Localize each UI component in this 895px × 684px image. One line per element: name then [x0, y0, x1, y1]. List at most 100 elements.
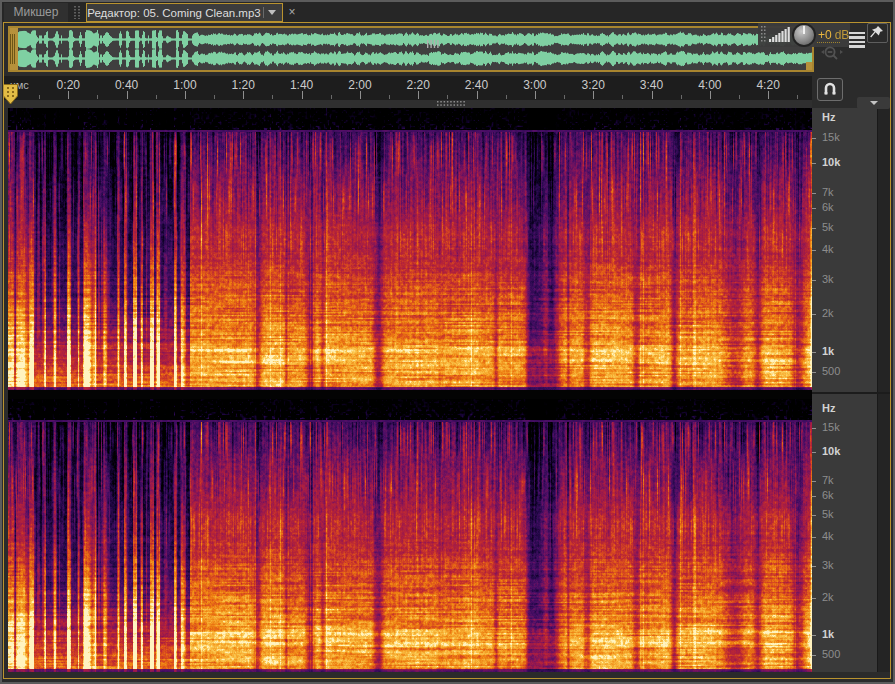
time-label: 2:20 [407, 78, 430, 92]
freq-tick [812, 352, 816, 353]
freq-tick [812, 138, 816, 139]
ruler-tick [739, 95, 740, 99]
freq-tick [812, 280, 816, 281]
overview-waveform-canvas[interactable] [10, 28, 812, 70]
zoom-out-icon[interactable] [818, 45, 846, 61]
ruler-tick [214, 95, 215, 99]
ruler-tick [389, 95, 390, 99]
ruler-tick [477, 91, 478, 99]
volume-bars-icon [769, 26, 793, 42]
scrollbar-menu-button[interactable] [857, 97, 890, 109]
freq-label: 1k [822, 628, 834, 640]
freq-label: 3k [822, 559, 834, 571]
freq-label: 15k [822, 421, 840, 433]
freq-tick [812, 372, 816, 373]
time-label: 3:00 [523, 78, 546, 92]
time-label: 1:20 [232, 78, 255, 92]
tab-editor[interactable]: Редактор: 05. Coming Clean.mp3 [86, 3, 283, 22]
overview-left-handle[interactable] [8, 26, 18, 72]
channel-divider [8, 390, 812, 399]
freq-unit-label: Hz [822, 402, 835, 414]
freq-tick [812, 496, 816, 497]
time-label: 2:40 [465, 78, 488, 92]
ruler-tick [447, 95, 448, 99]
overview-grip-icon [427, 40, 441, 48]
freq-tick [812, 163, 816, 164]
zoom-bar-grip-icon [437, 101, 467, 107]
magnet-icon [818, 79, 842, 100]
freq-label: 7k [822, 474, 834, 486]
ruler-tick [360, 91, 361, 99]
freq-label: 4k [822, 243, 834, 255]
frequency-scale-divider [812, 392, 891, 394]
tab-close-icon[interactable]: × [285, 3, 299, 22]
freq-label: 4k [822, 530, 834, 542]
freq-label: 3k [822, 273, 834, 285]
freq-label: 5k [822, 508, 834, 520]
freq-label: 10k [822, 156, 840, 168]
playhead-marker[interactable] [3, 84, 19, 105]
tab-dropdown-icon[interactable] [268, 10, 276, 15]
time-label: 1:00 [173, 78, 196, 92]
freq-tick [812, 193, 816, 194]
ruler-tick [243, 91, 244, 99]
time-label: 3:40 [640, 78, 663, 92]
ruler-tick [156, 95, 157, 99]
ruler-tick [593, 91, 594, 99]
freq-tick [812, 208, 816, 209]
freq-tick [812, 515, 816, 516]
gain-underline [817, 42, 840, 43]
gain-knob[interactable] [794, 25, 814, 45]
tab-separator [263, 7, 264, 18]
overview-right-handle[interactable] [806, 62, 814, 72]
freq-label: 5k [822, 221, 834, 233]
ruler-tick [272, 95, 273, 99]
time-label: 0:20 [57, 78, 80, 92]
snap-button[interactable] [817, 78, 843, 101]
freq-label: 7k [822, 186, 834, 198]
toolbar-grip-icon [761, 26, 767, 42]
pin-button[interactable] [867, 23, 888, 43]
ruler-tick [506, 95, 507, 99]
freq-tick [812, 250, 816, 251]
freq-label: 2k [822, 307, 834, 319]
freq-label: 500 [822, 648, 840, 660]
freq-tick [812, 314, 816, 315]
ruler-tick [681, 95, 682, 99]
freq-label: 500 [822, 365, 840, 377]
panel-menu-icon[interactable] [849, 32, 865, 50]
audition-editor-window: Микшер Редактор: 05. Coming Clean.mp3 × … [0, 0, 895, 684]
spectrogram-channel-2[interactable] [8, 399, 812, 672]
freq-label: 15k [822, 131, 840, 143]
horizontal-zoom-bar[interactable] [4, 100, 812, 108]
freq-unit-label: Hz [822, 111, 835, 123]
ruler-tick [68, 91, 69, 99]
freq-tick [812, 452, 816, 453]
gain-value[interactable]: +0dB [818, 28, 849, 42]
freq-tick [812, 428, 816, 429]
ruler-tick [127, 91, 128, 99]
spectrogram-channel-1[interactable] [8, 108, 812, 390]
time-label: 4:00 [698, 78, 721, 92]
ruler-tick [302, 91, 303, 99]
time-label: 0:40 [115, 78, 138, 92]
ruler-tick [652, 91, 653, 99]
ruler-tick [768, 91, 769, 99]
vertical-scrollbar[interactable] [877, 108, 891, 672]
frequency-scale[interactable]: Hz15k10k7k6k5k4k3k2k1k500Hz15k10k7k6k5k4… [812, 108, 877, 672]
freq-label: 6k [822, 489, 834, 501]
time-label: 3:20 [581, 78, 604, 92]
ruler-tick [797, 95, 798, 99]
freq-label: 2k [822, 591, 834, 603]
tab-grip-icon [74, 6, 82, 19]
pin-icon [868, 24, 885, 40]
time-ruler[interactable]: чмс 0:200:401:001:201:402:002:202:403:00… [4, 76, 812, 100]
ruler-tick [97, 95, 98, 99]
tab-mixer[interactable]: Микшер [4, 3, 68, 22]
freq-tick [812, 655, 816, 656]
ruler-tick [418, 91, 419, 99]
ruler-tick [331, 95, 332, 99]
freq-label: 6k [822, 201, 834, 213]
freq-tick [812, 228, 816, 229]
freq-tick [812, 566, 816, 567]
